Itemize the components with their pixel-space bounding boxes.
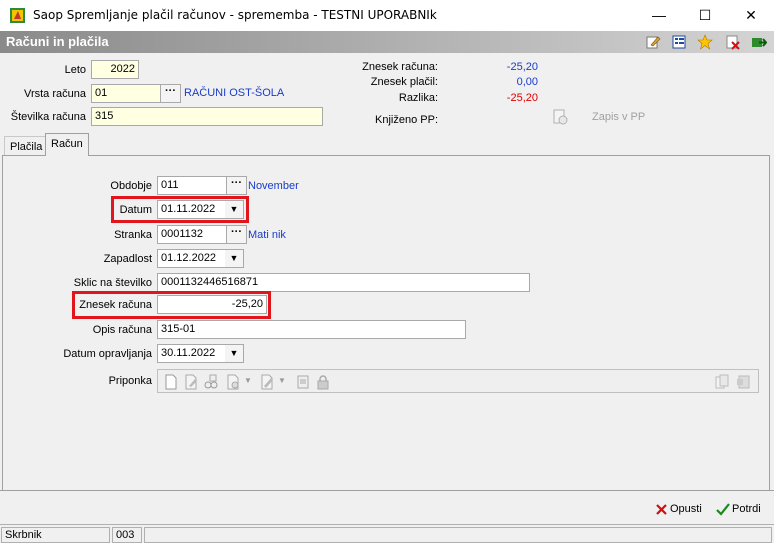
- obdobje-name: November: [248, 180, 299, 192]
- leto-label: Leto: [64, 64, 86, 76]
- delete-icon[interactable]: [725, 34, 741, 50]
- priponka-label: Priponka: [108, 375, 152, 387]
- razlika-label: Razlika:: [398, 92, 438, 104]
- status-code: 003: [112, 527, 142, 543]
- sign-document-icon[interactable]: [259, 374, 275, 390]
- zapis-pp-link[interactable]: Zapis v PP: [592, 111, 645, 123]
- exit-icon[interactable]: [751, 34, 767, 50]
- znesek-label: Znesek računa: [79, 299, 152, 311]
- opusti-label: Opusti: [670, 503, 702, 515]
- znesek-racuna-summary-value: -25,20: [506, 61, 538, 73]
- status-user: Skrbnik: [1, 527, 110, 543]
- maximize-icon: ☐: [698, 7, 712, 23]
- znesek-placil-value: 0,00: [516, 76, 538, 88]
- sklic-label: Sklic na številko: [73, 277, 152, 289]
- leto-input[interactable]: 2022: [91, 60, 139, 79]
- footer-divider: [0, 490, 774, 491]
- section-title: Računi in plačila: [6, 34, 109, 49]
- vrsta-name: RAČUNI OST-ŠOLA: [184, 87, 285, 99]
- app-icon: [10, 8, 25, 23]
- copy-document-icon[interactable]: [714, 374, 730, 390]
- obdobje-label: Obdobje: [110, 180, 152, 192]
- link-document-icon[interactable]: [203, 374, 219, 390]
- sklic-input[interactable]: 0001132446516871: [157, 273, 530, 292]
- stevilka-label: Številka računa: [10, 111, 86, 123]
- stranka-label: Stranka: [114, 229, 152, 241]
- chevron-down-icon[interactable]: ▼: [278, 376, 286, 385]
- znesek-racuna-summary-label: Znesek računa:: [362, 61, 438, 73]
- stranka-lookup-button[interactable]: ···: [226, 225, 247, 244]
- zapadlost-label: Zapadlost: [103, 253, 152, 265]
- datum-dropdown-button[interactable]: ▼: [225, 201, 243, 218]
- vrsta-label: Vrsta računa: [24, 88, 86, 100]
- maximize-button[interactable]: ☐: [682, 0, 728, 31]
- vrsta-lookup-button[interactable]: ···: [160, 84, 181, 103]
- properties-icon[interactable]: [671, 34, 687, 50]
- opis-input[interactable]: 315-01: [157, 320, 466, 339]
- zapadlost-dropdown-button[interactable]: ▼: [225, 250, 243, 267]
- close-icon: ✕: [745, 7, 757, 23]
- attachment-toolbar: ▼ ▼: [157, 369, 759, 393]
- close-button[interactable]: ✕: [728, 0, 774, 31]
- chevron-down-icon[interactable]: ▼: [244, 376, 252, 385]
- datum-label: Datum: [119, 204, 152, 216]
- delete-document-icon[interactable]: [736, 374, 752, 390]
- window-title: Saop Spremljanje plačil računov - spreme…: [33, 8, 437, 22]
- obdobje-lookup-button[interactable]: ···: [226, 176, 247, 195]
- datum-opr-dropdown-button[interactable]: ▼: [225, 345, 243, 362]
- tab-racun[interactable]: Račun: [45, 133, 89, 156]
- znesek-placil-label: Znesek plačil:: [370, 76, 438, 88]
- minimize-button[interactable]: —: [636, 0, 682, 31]
- stranka-name: Mati nik: [248, 229, 286, 241]
- status-message: [144, 527, 772, 543]
- minimize-icon: —: [652, 7, 666, 23]
- posting-icon[interactable]: [551, 108, 569, 126]
- scan-icon[interactable]: [295, 374, 311, 390]
- lock-icon[interactable]: [315, 374, 331, 390]
- checkmark-icon: [716, 503, 730, 516]
- znesek-input[interactable]: -25,20: [157, 295, 267, 314]
- datum-opr-label: Datum opravljanja: [63, 348, 152, 360]
- save-document-icon[interactable]: [225, 374, 241, 390]
- stranka-input[interactable]: 0001132: [157, 225, 227, 244]
- datum-value: 01.11.2022: [161, 203, 216, 215]
- edit-icon[interactable]: [645, 34, 661, 50]
- edit-document-icon[interactable]: [183, 374, 199, 390]
- stevilka-input[interactable]: 315: [91, 107, 323, 126]
- new-document-icon[interactable]: [163, 374, 179, 390]
- section-header: Računi in plačila: [0, 31, 774, 53]
- vrsta-input[interactable]: 01: [91, 84, 161, 103]
- star-icon[interactable]: [697, 34, 713, 50]
- razlika-value: -25,20: [506, 92, 538, 104]
- cancel-icon: [656, 504, 667, 515]
- knjizeno-label: Knjiženo PP:: [375, 114, 438, 126]
- opis-label: Opis računa: [92, 324, 152, 336]
- potrdi-label: Potrdi: [732, 503, 761, 515]
- status-bar: Skrbnik 003: [0, 524, 774, 543]
- tab-placila[interactable]: Plačila: [4, 136, 49, 156]
- obdobje-input[interactable]: 011: [157, 176, 227, 195]
- window-titlebar: Saop Spremljanje plačil računov - spreme…: [0, 0, 774, 31]
